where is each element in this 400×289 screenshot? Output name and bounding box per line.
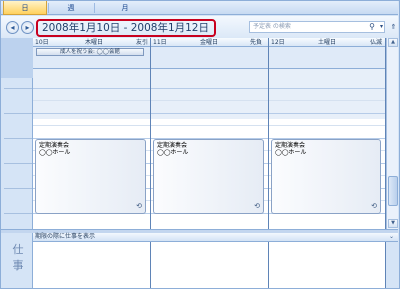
recurrence-icon: ⟲ <box>136 202 142 210</box>
slot-line <box>269 125 385 126</box>
scroll-thumb[interactable] <box>388 176 398 206</box>
tab-divider <box>94 3 95 13</box>
slot-line <box>33 88 150 89</box>
day-column[interactable]: 11日 金曜日 先負 定期演奏会 ◯◯ホール ⟲ <box>151 38 269 229</box>
slot-line <box>269 113 385 114</box>
event-location: ◯◯ホール <box>39 149 71 156</box>
hour-divider <box>4 113 32 114</box>
event-title: 定期演奏会 <box>39 142 70 149</box>
slot-line <box>33 113 150 114</box>
slot-line <box>151 125 268 126</box>
double-chevron-up-icon[interactable]: ⇑ <box>389 21 398 33</box>
task-day-column[interactable] <box>33 242 151 288</box>
all-day-area[interactable] <box>269 47 385 69</box>
recurrence-icon: ⟲ <box>254 202 260 210</box>
slot-line <box>269 100 385 101</box>
off-hours-slots <box>269 69 385 119</box>
hour-divider <box>4 138 32 139</box>
day-header[interactable]: 12日 土曜日 仏滅 <box>269 38 385 47</box>
task-day-column[interactable] <box>269 242 386 288</box>
slot-line <box>33 125 150 126</box>
calendar-header: ◂ ▸ 2008年1月10日 - 2008年1月12日 予定表 の検索 ⚲ ▾ … <box>1 16 398 38</box>
calendar-event[interactable]: 定期演奏会 ◯◯ホール ⟲ <box>35 139 146 214</box>
day-column[interactable]: 12日 土曜日 仏滅 定期演奏会 ◯◯ホール ⟲ <box>269 38 386 229</box>
tasks-side-label: 仕 事 <box>1 233 33 288</box>
chevron-down-icon[interactable]: ⌄ <box>389 233 394 241</box>
off-hours-slots <box>151 69 268 119</box>
search-options-dropdown[interactable]: ▾ <box>377 21 386 33</box>
day-header[interactable]: 11日 金曜日 先負 <box>151 38 268 47</box>
event-location: ◯◯ホール <box>157 149 189 156</box>
tab-week[interactable]: 週 <box>49 1 93 15</box>
all-day-area[interactable] <box>151 47 268 69</box>
scroll-up-button[interactable]: ▲ <box>388 38 398 47</box>
date-range-title: 2008年1月10日 - 2008年1月12日 <box>36 19 216 37</box>
time-ruler-allday-area <box>1 38 33 78</box>
off-hours-slots <box>33 69 150 119</box>
hour-divider <box>4 213 32 214</box>
event-title: 定期演奏会 <box>275 142 306 149</box>
right-arrow-icon: ▸ <box>25 23 30 32</box>
search-input[interactable]: 予定表 の検索 <box>249 21 385 33</box>
event-title: 定期演奏会 <box>157 142 188 149</box>
hour-divider <box>4 188 32 189</box>
calendar-event[interactable]: 定期演奏会 ◯◯ホール ⟲ <box>153 139 264 214</box>
tab-day[interactable]: 日 <box>3 1 47 15</box>
task-day-column[interactable] <box>151 242 269 288</box>
slot-line <box>151 88 268 89</box>
vertical-scrollbar[interactable]: ▲ ▼ <box>386 38 398 229</box>
back-button[interactable]: ◂ <box>6 21 19 34</box>
hour-divider <box>4 88 32 89</box>
slot-line <box>151 100 268 101</box>
tasks-label-char: 仕 <box>12 243 24 256</box>
slot-line <box>33 100 150 101</box>
slot-line <box>151 113 268 114</box>
tasks-label-char: 事 <box>12 259 24 272</box>
all-day-event[interactable]: 成人を祝う会: ◯◯会館 <box>36 48 144 56</box>
forward-button[interactable]: ▸ <box>21 21 34 34</box>
recurrence-icon: ⟲ <box>371 202 377 210</box>
view-tabs: 日 週 月 <box>1 1 398 15</box>
hour-divider <box>4 163 32 164</box>
day-header[interactable]: 10日 木曜日 友引 <box>33 38 150 47</box>
calendar-event[interactable]: 定期演奏会 ◯◯ホール ⟲ <box>271 139 381 214</box>
tasks-header-label: 期限の際に仕事を表示 <box>35 233 96 240</box>
event-location: ◯◯ホール <box>275 149 307 156</box>
slot-line <box>269 88 385 89</box>
all-day-area[interactable]: 成人を祝う会: ◯◯会館 <box>33 47 150 69</box>
tasks-header[interactable]: 期限の際に仕事を表示 ⌄ <box>33 233 398 242</box>
day-column[interactable]: 10日 木曜日 友引 成人を祝う会: ◯◯会館 定期演奏会 ◯◯ホール ⟲ <box>33 38 151 229</box>
scroll-down-button[interactable]: ▼ <box>388 219 398 228</box>
tab-month[interactable]: 月 <box>103 1 147 15</box>
left-arrow-icon: ◂ <box>10 23 15 32</box>
